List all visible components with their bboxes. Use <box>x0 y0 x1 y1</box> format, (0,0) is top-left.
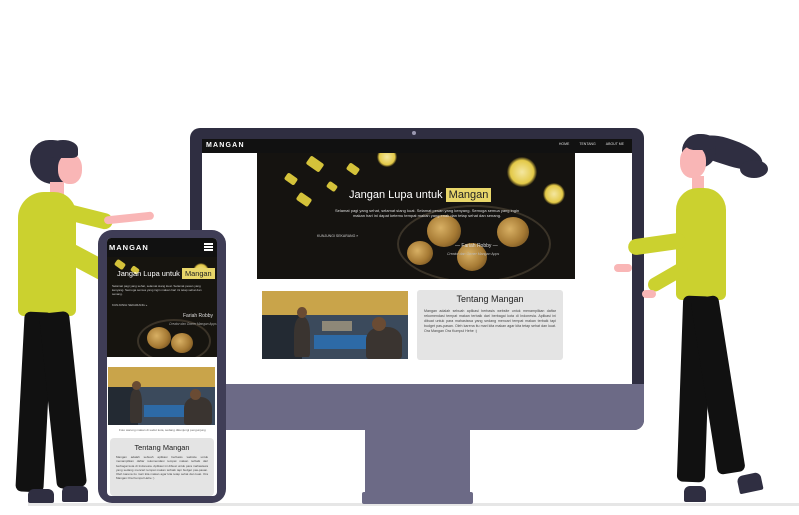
mobile-hero-highlight: Mangan <box>181 268 215 279</box>
desktop-navbar: MANGAN HOME TENTANG ABOUT ME <box>202 139 632 153</box>
mobile-hero-paragraph: Selamat pagi yang sehat, selamat siang k… <box>112 284 202 296</box>
mobile-warung-photo <box>108 367 215 425</box>
mobile-about-text: Mangan adalah sebuah aplikasi berbasis w… <box>116 455 208 481</box>
desktop-hero-author: — Fariah Robby — <box>455 243 498 249</box>
mobile-about-title: Tentang Mangan <box>134 443 190 452</box>
desktop-hero: Jangan Lupa untuk Mangan Selamat pagi ya… <box>257 153 575 279</box>
desktop-about-text: Mangan adalah sebuah aplikasi berbasis w… <box>424 309 556 333</box>
mobile-screen: MANGAN Jangan Lupa untuk Mangan Selamat … <box>107 238 217 496</box>
desktop-about-title: Tentang Mangan <box>456 294 524 304</box>
desktop-hero-cta-button[interactable]: KUNJUNGI SEKARANG » <box>317 234 358 238</box>
mobile-about-card: Tentang Mangan Mangan adalah sebuah apli… <box>110 438 214 496</box>
nav-link-home[interactable]: HOME <box>559 142 570 146</box>
monitor-stand-base <box>362 492 473 504</box>
mobile-hero-author: Fariah Robby <box>183 313 214 319</box>
mobile-logo[interactable]: MANGAN <box>109 243 149 252</box>
mobile-navbar: MANGAN <box>107 238 217 257</box>
mobile-photo-caption: Foto warung makan di sudut kota, sedang … <box>119 428 206 432</box>
mobile-hero-title: Jangan Lupa untuk Mangan <box>117 268 215 279</box>
camera-dot <box>412 131 416 135</box>
nav-link-tentang[interactable]: TENTANG <box>579 142 595 146</box>
desktop-screen: MANGAN HOME TENTANG ABOUT ME Jangan Lupa… <box>202 139 632 384</box>
desktop-warung-photo <box>262 291 408 359</box>
person-right-illustration <box>600 0 799 515</box>
desktop-logo[interactable]: MANGAN <box>206 142 245 149</box>
desktop-hero-author-role: Creator dan Owner Mangan Apps <box>447 252 500 256</box>
mobile-hero: Jangan Lupa untuk Mangan Selamat pagi ya… <box>107 257 217 357</box>
desktop-about-card: Tentang Mangan Mangan adalah sebuah apli… <box>417 290 563 360</box>
mobile-hero-cta-button[interactable]: KUNJUNGI SEKARANG » <box>112 303 147 307</box>
monitor-chin <box>190 384 644 430</box>
desktop-hero-title: Jangan Lupa untuk Mangan <box>349 188 492 202</box>
hero-highlight: Mangan <box>445 188 492 202</box>
mobile-hero-author-role: Creator dan Owner Mangan Apps <box>169 322 217 326</box>
hamburger-menu-icon[interactable] <box>204 243 213 251</box>
desktop-hero-paragraph: Selamat pagi yang sehat, selamat siang k… <box>334 208 520 218</box>
monitor-stand <box>365 430 470 492</box>
